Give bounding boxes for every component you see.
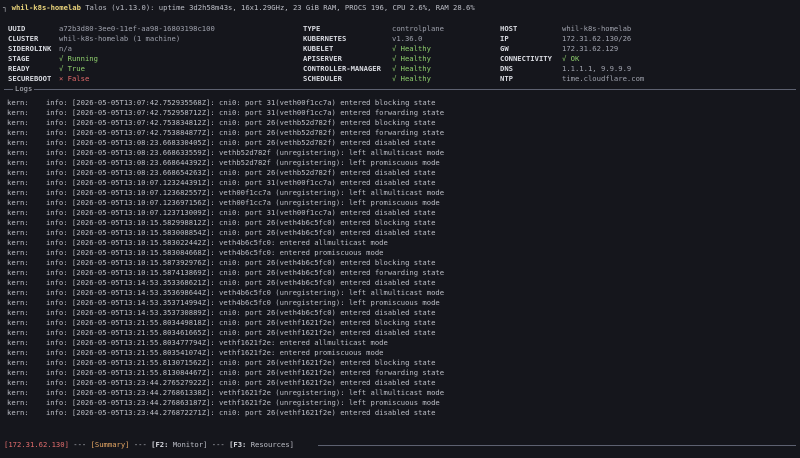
info-value: 1.1.1.1, 9.9.9.9 (562, 64, 632, 73)
tab-monitor[interactable]: [F2: Monitor] (151, 440, 207, 449)
title-prefix: ┐ (3, 3, 8, 12)
info-label: SECUREBOOT (8, 74, 52, 83)
info-label: READY (8, 64, 30, 73)
footer-sep: --- (129, 440, 152, 449)
info-value: controlplane (392, 24, 444, 33)
info-value: whil-k8s-homelab (1 machine) (59, 34, 181, 43)
log-line: kern: info: [2026-05-05T13:14:53.3536986… (7, 288, 445, 297)
info-value: n/a (59, 44, 72, 53)
info-label: KUBERNETES (303, 34, 347, 43)
log-line: kern: info: [2026-05-05T13:10:07.1232443… (7, 178, 436, 187)
logs-divider (4, 89, 796, 90)
info-value: √ Running (59, 54, 98, 63)
tab-summary[interactable]: [Summary] (91, 440, 130, 449)
info-value: √ Healthy (392, 54, 431, 63)
log-line: kern: info: [2026-05-05T13:14:53.3537308… (7, 308, 436, 317)
log-line: kern: info: [2026-05-05T13:07:42.7529355… (7, 98, 436, 107)
footer-sep: --- (207, 440, 230, 449)
hostname: whil-k8s-homelab (11, 3, 81, 12)
log-line: kern: info: [2026-05-05T13:10:15.5830088… (7, 228, 436, 237)
info-value: × False (59, 74, 90, 83)
info-value: √ True (59, 64, 85, 73)
info-label: APISERVER (303, 54, 342, 63)
info-label: IP (500, 34, 509, 43)
info-value: v1.36.0 (392, 34, 423, 43)
info-label: STAGE (8, 54, 30, 63)
info-value: √ Healthy (392, 44, 431, 53)
log-line: kern: info: [2026-05-05T13:08:23.6686335… (7, 148, 445, 157)
info-label: UUID (8, 24, 26, 33)
info-label: TYPE (303, 24, 321, 33)
log-line: kern: info: [2026-05-05T13:10:15.5830224… (7, 238, 388, 247)
tab-monitor-key: [F2: (151, 440, 169, 449)
info-value: √ Healthy (392, 64, 431, 73)
log-line: kern: info: [2026-05-05T13:23:44.2765279… (7, 378, 436, 387)
info-label: CONNECTIVITY (500, 54, 552, 63)
tab-monitor-label: Monitor] (168, 440, 208, 449)
info-label: CLUSTER (8, 34, 39, 43)
log-line: kern: info: [2026-05-05T13:07:42.7538348… (7, 118, 436, 127)
log-list[interactable]: kern: info: [2026-05-05T13:07:42.7529355… (7, 98, 796, 418)
info-value: √ Healthy (392, 74, 431, 83)
tab-resources[interactable]: [F3: Resources] (229, 440, 294, 449)
log-line: kern: info: [2026-05-05T13:23:44.2768613… (7, 388, 445, 397)
log-line: kern: info: [2026-05-05T13:21:55.8034616… (7, 328, 436, 337)
log-line: kern: info: [2026-05-05T13:21:55.8035410… (7, 348, 384, 357)
tab-resources-key: [F3: (229, 440, 247, 449)
log-line: kern: info: [2026-05-05T13:07:42.7529587… (7, 108, 445, 117)
log-line: kern: info: [2026-05-05T13:10:15.5830846… (7, 248, 384, 257)
system-summary: Talos (v1.13.0): uptime 3d2h58m43s, 16x1… (85, 3, 475, 12)
info-value: 172.31.62.129 (562, 44, 619, 53)
info-label: CONTROLLER-MANAGER (303, 64, 381, 73)
log-line: kern: info: [2026-05-05T13:10:15.5874138… (7, 268, 445, 277)
log-line: kern: info: [2026-05-05T13:08:23.6683304… (7, 138, 436, 147)
footer-bar: [172.31.62.130] --- [Summary] --- [F2: M… (4, 440, 294, 450)
footer-divider-right (318, 445, 796, 446)
log-line: kern: info: [2026-05-05T13:21:55.8130715… (7, 358, 436, 367)
info-value: a72b3d80-3ee0-11ef-aa98-16803198c100 (59, 24, 215, 33)
log-line: kern: info: [2026-05-05T13:08:23.6686542… (7, 168, 436, 177)
log-line: kern: info: [2026-05-05T13:08:23.6686443… (7, 158, 440, 167)
log-line: kern: info: [2026-05-05T13:10:07.1237130… (7, 208, 436, 217)
log-line: kern: info: [2026-05-05T13:14:53.3537149… (7, 298, 440, 307)
info-label: SIDEROLINK (8, 44, 52, 53)
footer-sep: --- (68, 440, 91, 449)
logs-title: Logs (13, 84, 35, 94)
tab-resources-label: Resources] (246, 440, 294, 449)
log-line: kern: info: [2026-05-05T13:23:44.2768722… (7, 408, 436, 417)
title-bar: ┐ whil-k8s-homelab Talos (v1.13.0): upti… (3, 3, 475, 13)
log-line: kern: info: [2026-05-05T13:14:53.3533686… (7, 278, 436, 287)
log-line: kern: info: [2026-05-05T13:21:55.8130844… (7, 368, 445, 377)
log-line: kern: info: [2026-05-05T13:21:55.8034498… (7, 318, 436, 327)
info-value: 172.31.62.130/26 (562, 34, 632, 43)
info-label: KUBELET (303, 44, 334, 53)
info-value: time.cloudflare.com (562, 74, 645, 83)
log-line: kern: info: [2026-05-05T13:23:44.2768631… (7, 398, 440, 407)
info-label: NTP (500, 74, 513, 83)
info-label: GW (500, 44, 509, 53)
info-value: √ OK (562, 54, 580, 63)
info-label: HOST (500, 24, 518, 33)
log-line: kern: info: [2026-05-05T13:07:42.7538848… (7, 128, 445, 137)
log-line: kern: info: [2026-05-05T13:10:15.5829988… (7, 218, 436, 227)
log-line: kern: info: [2026-05-05T13:21:55.8034777… (7, 338, 388, 347)
log-line: kern: info: [2026-05-05T13:10:07.1236825… (7, 188, 445, 197)
log-line: kern: info: [2026-05-05T13:10:07.1236971… (7, 198, 440, 207)
info-label: SCHEDULER (303, 74, 342, 83)
footer-node-ip[interactable]: [172.31.62.130] (4, 440, 69, 449)
log-line: kern: info: [2026-05-05T13:10:15.5873929… (7, 258, 436, 267)
info-value: whil-k8s-homelab (562, 24, 632, 33)
info-label: DNS (500, 64, 513, 73)
